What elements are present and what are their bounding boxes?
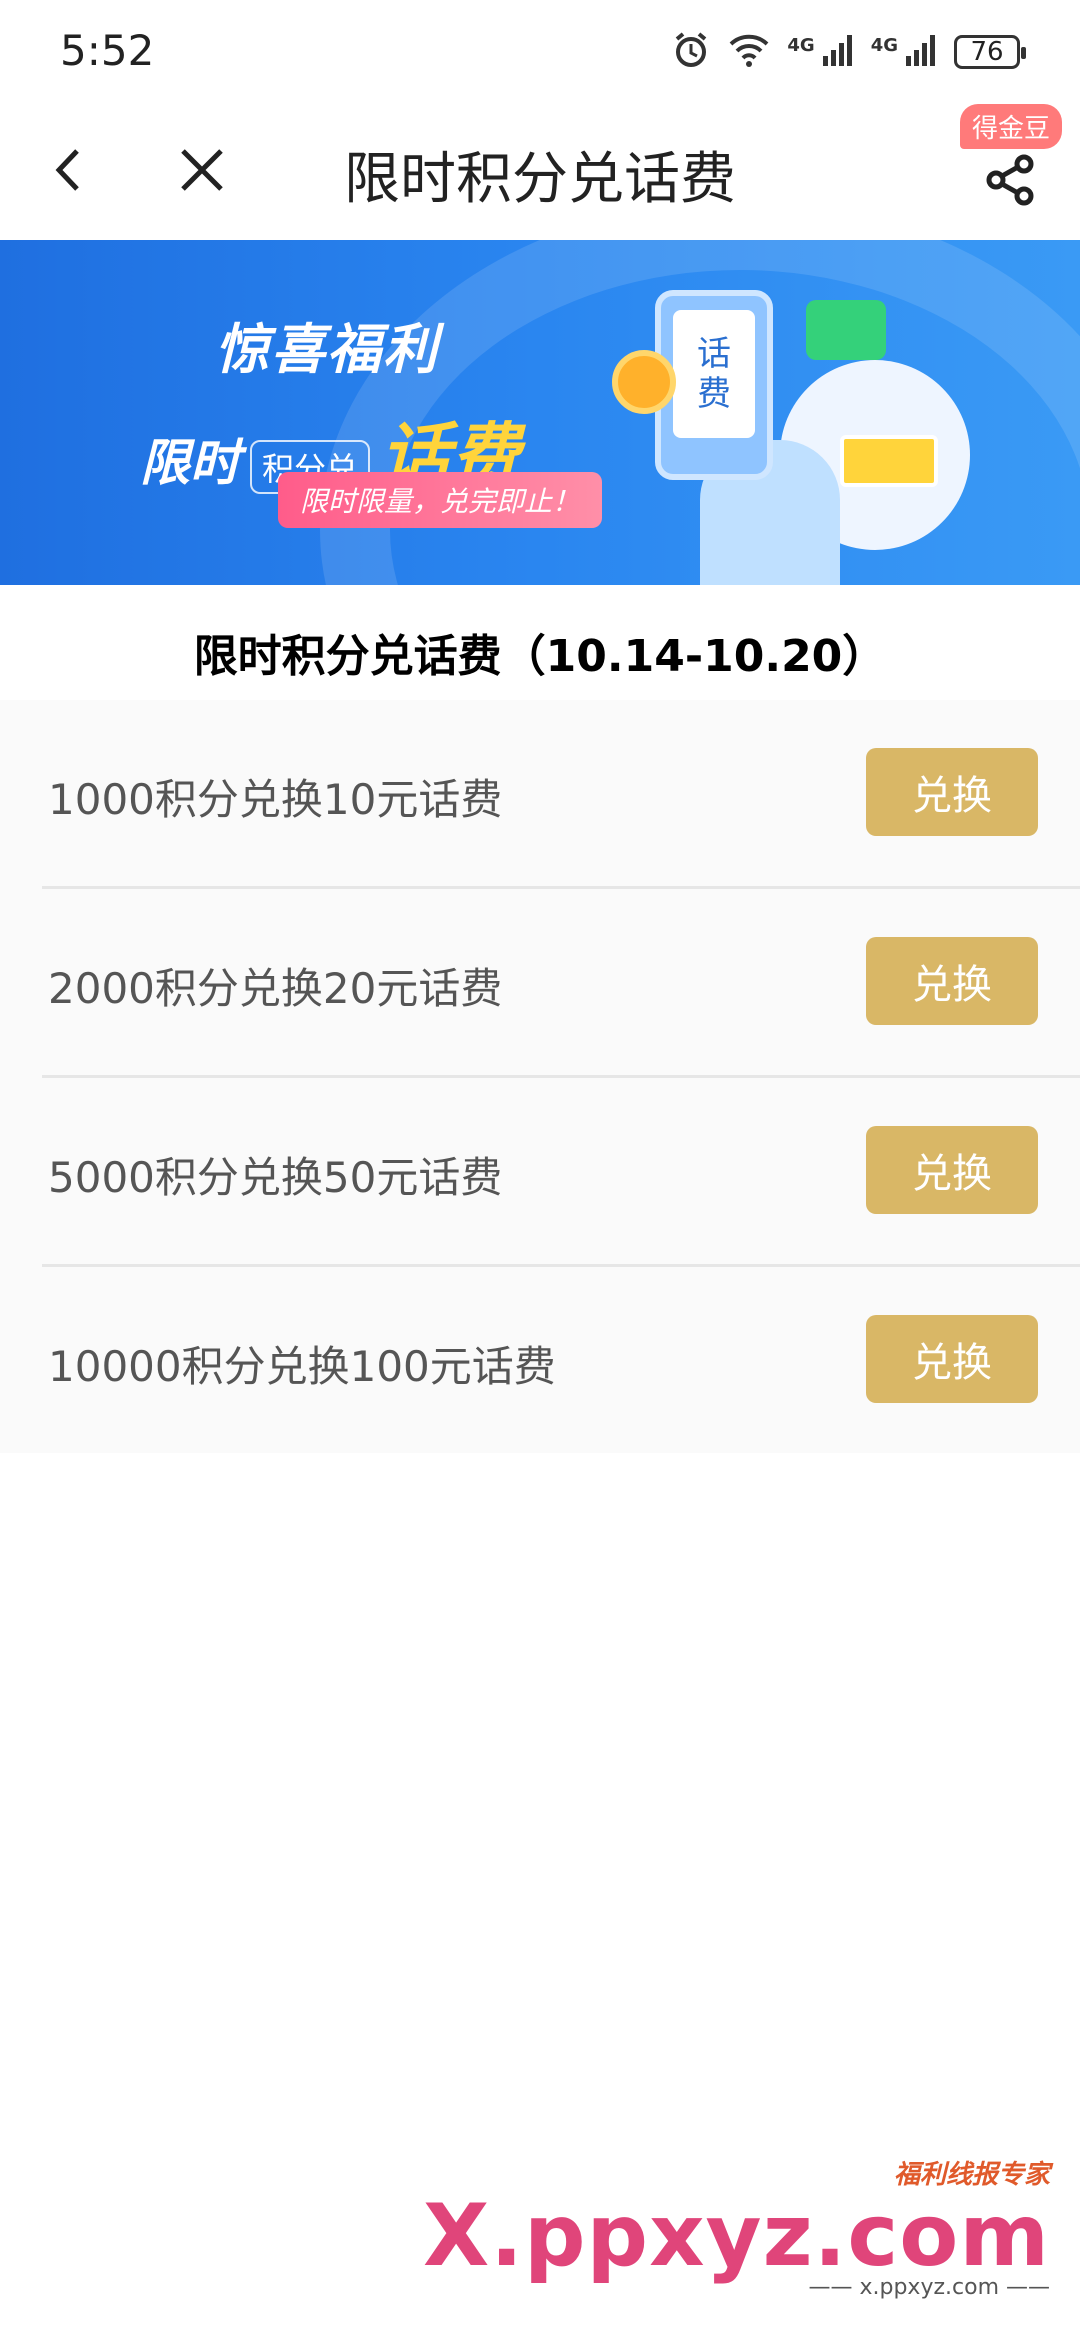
exchange-button[interactable]: 兑换 [866, 1315, 1038, 1403]
coin-icon [612, 350, 676, 414]
banner-pill: 限时限量，兑完即止！ [278, 472, 603, 528]
alarm-icon [671, 30, 711, 74]
network-type-2: 4G [870, 34, 898, 56]
card-icon [840, 435, 938, 487]
exchange-button[interactable]: 兑换 [866, 937, 1038, 1025]
promo-banner[interactable]: 惊喜福利 限时 积分兑 话费 限时限量，兑完即止！ 话 费 [0, 240, 1080, 585]
share-icon [986, 154, 1034, 206]
section-title: 限时积分兑话费（10.14-10.20） [193, 631, 887, 682]
exchange-button[interactable]: 兑换 [866, 748, 1038, 836]
list-item: 2000积分兑换20元话费 兑换 [42, 889, 1080, 1078]
banner-headline: 惊喜福利 [215, 318, 439, 381]
phone-text-1: 话 [697, 334, 731, 374]
item-label: 2000积分兑换20元话费 [48, 964, 503, 1013]
phone-text-2: 费 [697, 374, 731, 414]
status-bar: 5:52 4G 4G 76 [0, 0, 1080, 100]
status-icons: 4G 4G 76 [671, 30, 1026, 74]
watermark: 福利线报专家 X.ppxyz.com —— x.ppxyz.com —— [423, 2154, 1050, 2300]
banner-word-limited: 限时 [140, 434, 240, 492]
battery-indicator: 76 [954, 35, 1026, 69]
phone-screen: 话 费 [673, 310, 755, 438]
item-label: 5000积分兑换50元话费 [48, 1153, 503, 1202]
list-item: 5000积分兑换50元话费 兑换 [42, 1078, 1080, 1267]
page-title: 限时积分兑话费 [344, 147, 736, 212]
list-item: 10000积分兑换100元话费 兑换 [42, 1267, 1080, 1453]
wifi-icon [727, 30, 771, 74]
exchange-button[interactable]: 兑换 [866, 1126, 1038, 1214]
list-item: 1000积分兑换10元话费 兑换 [42, 700, 1080, 889]
share-button[interactable] [970, 140, 1050, 220]
item-label: 10000积分兑换100元话费 [48, 1342, 556, 1391]
signal-icon [904, 32, 938, 72]
status-time: 5:52 [60, 26, 155, 75]
item-label: 1000积分兑换10元话费 [48, 775, 503, 824]
signal-icon [821, 32, 855, 72]
network-type-1: 4G [787, 34, 815, 56]
chat-bubble-icon [806, 300, 886, 360]
nav-bar: 限时积分兑话费 得金豆 [0, 100, 1080, 240]
watermark-logo: X.ppxyz.com [422, 2186, 1050, 2286]
exchange-list: 1000积分兑换10元话费 兑换 2000积分兑换20元话费 兑换 5000积分… [0, 700, 1080, 1453]
